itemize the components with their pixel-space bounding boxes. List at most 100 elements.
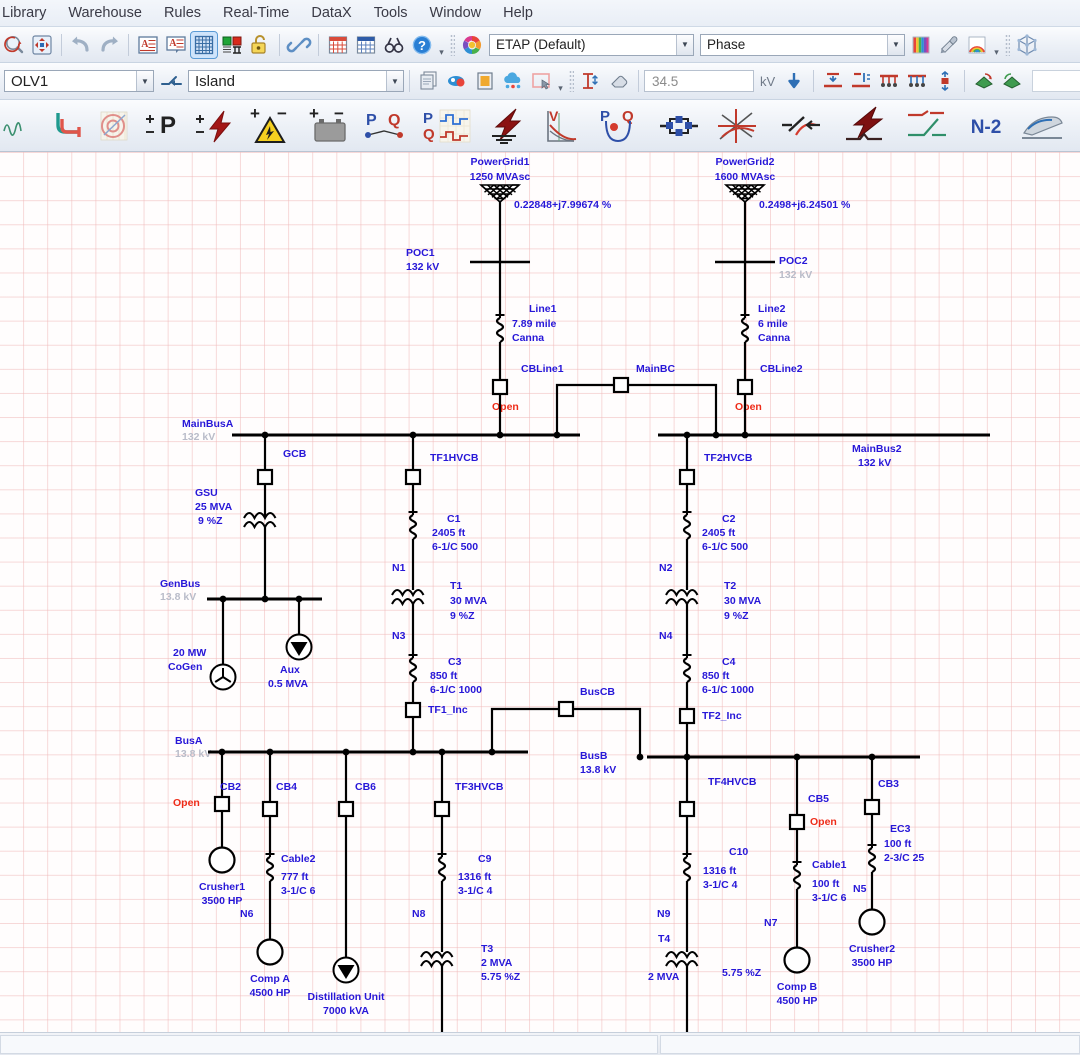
crusher2-motor[interactable] [860,910,885,935]
undo-icon[interactable] [68,32,94,58]
busb-load-tf4[interactable]: TF4HVCB C10 1316 ft 3-1/C 4 N9 T4 2 MVA … [648,757,762,1032]
cb2-breaker[interactable] [215,797,229,811]
rainbow-icon[interactable] [964,32,990,58]
3d-cube-icon[interactable] [1014,32,1040,58]
chevron-down-icon[interactable] [386,71,403,91]
battery-sizing-icon[interactable]: + − [304,105,356,147]
bus-group-up-icon[interactable] [904,68,930,94]
eyedropper-icon[interactable] [936,32,962,58]
cb6-breaker[interactable] [339,802,353,816]
c10-cable[interactable] [683,854,692,885]
pq-capability-icon[interactable]: P Q [594,105,646,147]
zoom-back-icon[interactable] [1,32,27,58]
menu-item-library[interactable]: Library [0,3,57,23]
tf2-feeder[interactable]: TF2HVCB C2 2405 ft 6-1/C 500 N2 T2 30 MV… [659,435,762,757]
switch-icon[interactable] [159,68,185,94]
down-arrow-icon[interactable] [781,68,807,94]
c4-cable[interactable] [683,655,692,686]
help-icon[interactable]: ? [409,32,435,58]
grid-icon[interactable] [191,32,217,58]
t4-transformer[interactable] [666,952,698,966]
t3-transformer[interactable] [421,952,453,966]
tf2-inc-breaker[interactable] [680,709,694,723]
phase-combo[interactable]: Phase [700,34,905,56]
cb5-breaker[interactable] [790,815,804,829]
cb3-breaker[interactable] [865,800,879,814]
c1-cable[interactable] [409,512,418,543]
toolbar-grip-1[interactable] [450,34,455,56]
nav-back-icon[interactable] [971,68,997,94]
powergrid1-branch[interactable]: PowerGrid1 1250 MVAsc 0.22848+j7.99674 %… [406,156,612,438]
link-icon[interactable] [286,32,312,58]
gsu-transformer[interactable] [244,513,276,527]
c9-cable[interactable] [438,854,447,885]
copy-pages-icon[interactable] [416,68,442,94]
t1-transformer[interactable] [392,590,424,604]
generation-branch[interactable]: GCB GSU 25 MVA 9 %Z GenBus 13.8 kV 20 MW [160,435,322,690]
toolbar-overflow-2[interactable] [991,32,1002,58]
toolbar-overflow-1[interactable] [436,32,447,58]
busb-group[interactable]: BusB 13.8 kV [580,750,920,776]
pan-move-icon[interactable] [29,32,55,58]
ec3-cable[interactable] [868,845,877,876]
display-options-icon[interactable] [444,68,470,94]
pq-load-flow-icon[interactable]: P Q [362,105,414,147]
expand-collapse-icon[interactable] [932,68,958,94]
cloud-points-icon[interactable] [500,68,526,94]
star-protective-icon[interactable] [712,105,768,147]
line1-symbol[interactable] [496,315,505,346]
kv-tool-icon[interactable] [578,68,604,94]
menu-item-window[interactable]: Window [419,3,493,23]
tf4hvcb-breaker[interactable] [680,802,694,816]
aux-load[interactable] [287,635,312,660]
pq-transient-icon[interactable]: P Q [420,105,474,147]
transient-stability-icon[interactable] [2,105,42,147]
cbline2-breaker[interactable] [738,380,752,394]
crusher1-motor[interactable] [210,848,235,873]
n-2-contingency-icon[interactable]: N-2 [962,105,1010,147]
binoculars-icon[interactable] [381,32,407,58]
busa-load-crusher1[interactable]: CB2 Open Crusher1 3500 HP [173,752,245,907]
memo-icon[interactable] [472,68,498,94]
nav-forward-icon[interactable] [999,68,1025,94]
merge-bus-icon[interactable] [820,68,846,94]
toolbar-overflow-3[interactable] [555,68,566,94]
color-bars-icon[interactable] [908,32,934,58]
train-icon[interactable] [1016,105,1068,147]
busa-load-tf3[interactable]: TF3HVCB C9 1316 ft 3-1/C 4 N8 T3 2 MVA 5… [412,752,521,1032]
buscb-tie[interactable]: BusCB [489,686,644,760]
nominal-kv-field[interactable]: 34.5 [644,70,754,92]
select-area-icon[interactable] [528,68,554,94]
mainbc-tie[interactable]: MainBC [554,363,720,438]
bus-group-down-icon[interactable] [876,68,902,94]
color-palette-icon[interactable] [459,32,485,58]
menu-item-warehouse[interactable]: Warehouse [57,3,153,23]
tf1-feeder[interactable]: TF1HVCB C1 2405 ft 6-1/C 500 N1 T1 30 MV… [392,435,488,752]
cogen-generator[interactable] [211,665,236,690]
split-bus-icon[interactable] [848,68,874,94]
cable-pulling-icon[interactable] [48,105,88,147]
theme-preset-combo[interactable]: ETAP (Default) [489,34,694,56]
redo-icon[interactable] [96,32,122,58]
busa-load-compa[interactable]: CB4 Cable2 777 ft 3-1/C 6 N6 Comp A 4500… [240,752,316,999]
menu-item-datax[interactable]: DataX [300,3,362,23]
busa-group[interactable]: BusA 13.8 kV [175,735,528,760]
cb4-breaker[interactable] [263,802,277,816]
one-line-diagram-canvas[interactable]: PowerGrid1 1250 MVAsc 0.22848+j7.99674 %… [0,152,1080,1032]
spare-field[interactable] [1032,70,1080,92]
cable1-cable[interactable] [793,862,802,893]
contingency-icon[interactable] [900,105,956,147]
compa-motor[interactable] [258,940,283,965]
chevron-down-icon[interactable] [136,71,153,91]
tf3hvcb-breaker[interactable] [435,802,449,816]
powergrid2-branch[interactable]: PowerGrid2 1600 MVAsc 0.2498+j6.24501 % … [715,156,851,438]
chevron-down-icon[interactable] [676,35,693,55]
chevron-down-icon[interactable] [887,35,904,55]
tf2hvcb-breaker[interactable] [680,470,694,484]
cable2-cable[interactable] [266,854,275,885]
c2-cable[interactable] [683,512,692,543]
harmonic-icon[interactable] [652,105,706,147]
presentation-combo[interactable]: OLV1 [4,70,154,92]
lock-icon[interactable] [247,32,273,58]
arc-flash-icon[interactable]: + − [246,105,298,147]
